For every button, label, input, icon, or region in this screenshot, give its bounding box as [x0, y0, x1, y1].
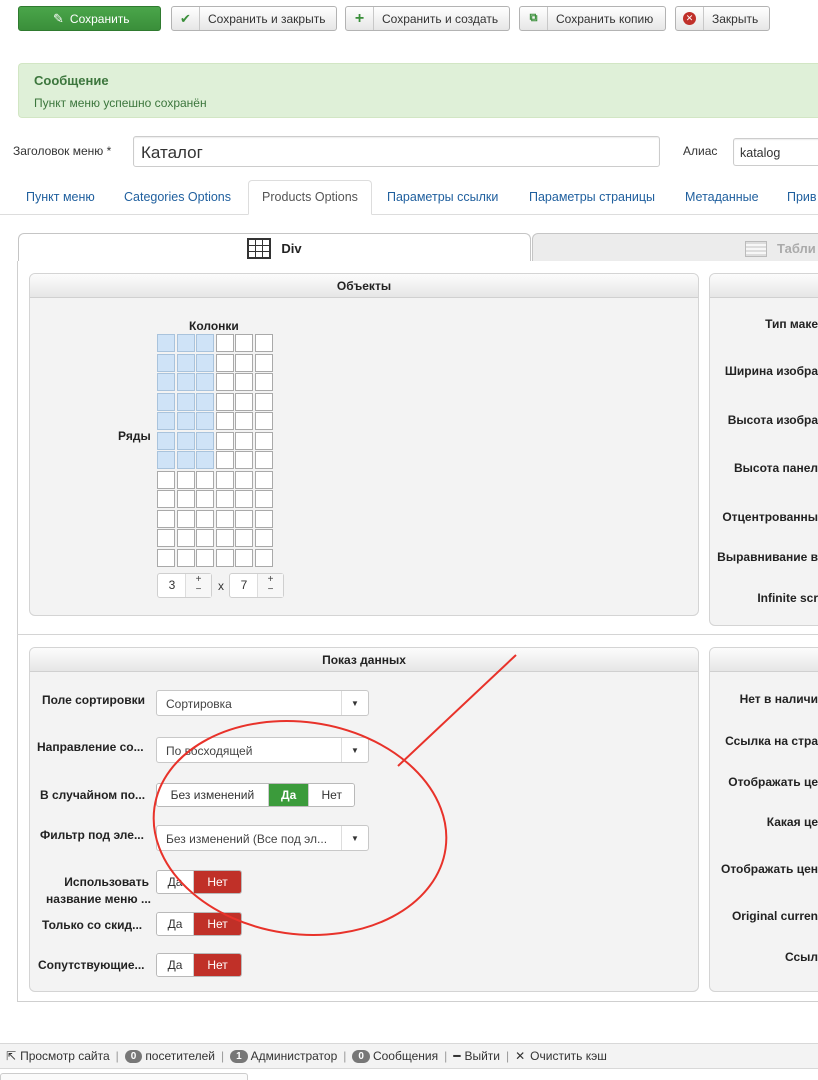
logout-link[interactable]: ━ Выйти — [447, 1049, 506, 1063]
status-bar: ⇱ Просмотр сайта | 0 посетителей | 1 Админи… — [0, 1043, 818, 1069]
admins-indicator: 1 Администратор — [224, 1049, 343, 1063]
minus-icon: ━ — [453, 1049, 461, 1063]
clear-cache-link[interactable]: ✕ Очистить кэш — [509, 1049, 613, 1063]
broom-icon: ✕ — [515, 1049, 526, 1063]
annotation-ellipse — [152, 720, 448, 936]
external-link-icon: ⇱ — [6, 1049, 17, 1063]
footer-tab — [0, 1073, 248, 1080]
annotation-overlay — [152, 654, 517, 936]
messages-link[interactable]: 0 Сообщения — [346, 1049, 444, 1063]
annotation-line — [397, 654, 517, 767]
visitors-indicator: 0 посетителей — [119, 1049, 221, 1063]
view-site-link[interactable]: ⇱ Просмотр сайта — [0, 1049, 116, 1063]
